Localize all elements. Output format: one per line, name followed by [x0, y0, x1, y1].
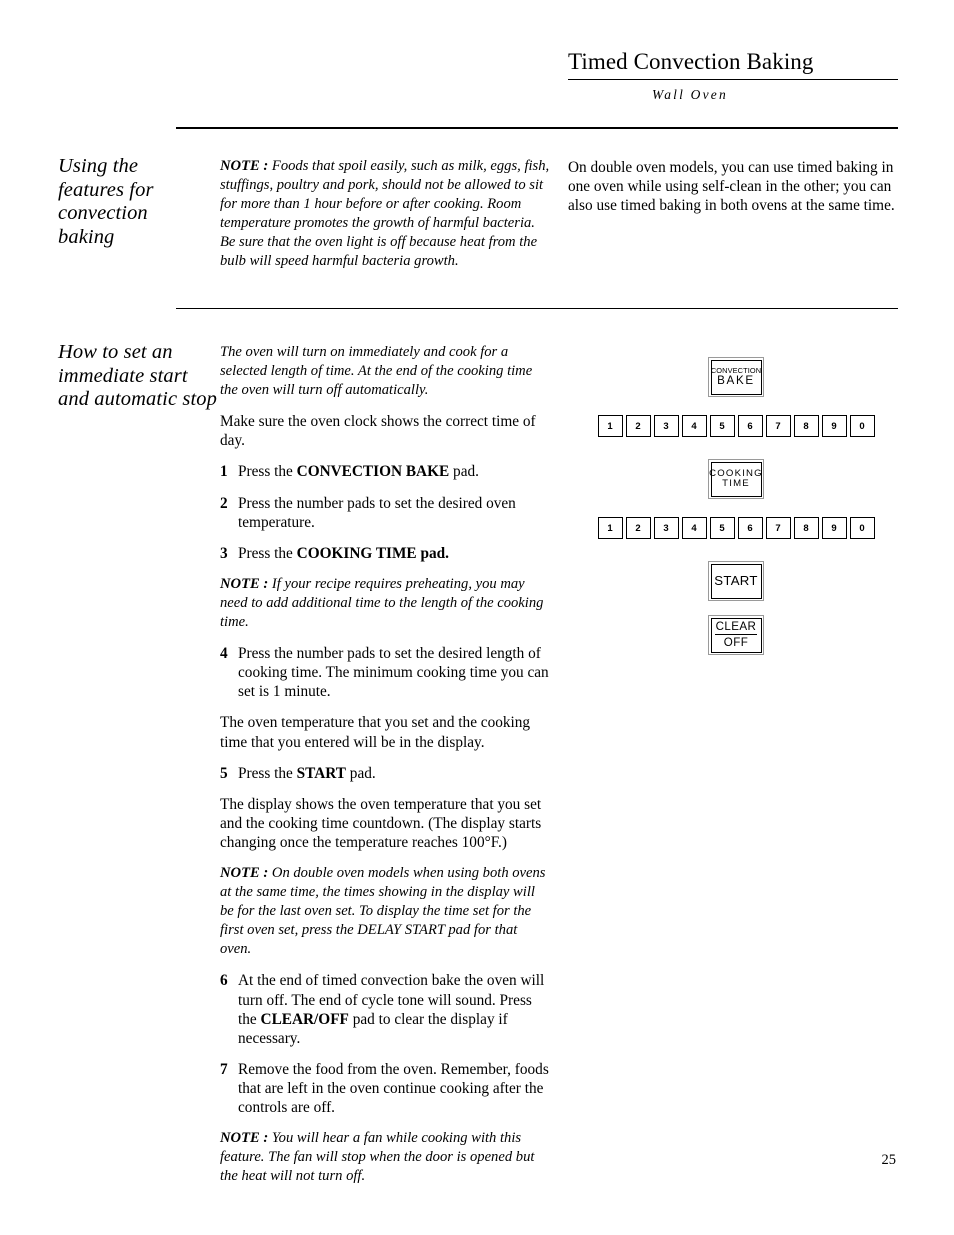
step-number: 4: [220, 645, 228, 663]
step-text-pre: Press the number pads to set the desired…: [238, 494, 516, 531]
step-text: Remove the food from the oven. Remember,…: [238, 1060, 549, 1116]
number-pad-0[interactable]: 0: [849, 517, 875, 539]
note-label: NOTE :: [220, 158, 269, 174]
step-3: 3 Press the COOKING TIME pad.: [220, 544, 552, 563]
step-text-bold: COOKING TIME pad.: [296, 544, 449, 562]
start-label: START: [714, 573, 758, 589]
note-label: NOTE :: [220, 575, 269, 592]
step-text-post: pad.: [449, 463, 479, 481]
note-label: NOTE :: [220, 864, 269, 881]
clear-label: CLEAR: [714, 620, 758, 635]
number-pad-1[interactable]: 1: [597, 415, 623, 437]
using-features-note-column: NOTE : Foods that spoil easily, such as …: [220, 157, 552, 284]
step-number: 3: [220, 544, 228, 562]
clear-off-pad[interactable]: CLEAR OFF: [708, 615, 764, 655]
number-pad-7[interactable]: 7: [765, 415, 791, 437]
step-text-pre: Press the: [238, 764, 297, 782]
note-food-spoilage: NOTE : Foods that spoil easily, such as …: [220, 157, 552, 272]
section-horizontal-rule: [176, 308, 898, 309]
page-header: Timed Convection Baking Wall Oven: [568, 48, 898, 103]
header-divider: [568, 79, 898, 80]
step-7: 7 Remove the food from the oven. Remember…: [220, 1060, 552, 1117]
note-label: NOTE :: [220, 1130, 269, 1147]
step-number: 2: [220, 494, 228, 512]
number-pad-5[interactable]: 5: [709, 517, 735, 539]
convection-bake-pad-row: CONVECTION BAKE: [568, 357, 904, 397]
number-pad-row-cooking-time: 1 2 3 4 5 6 7 8 9 0: [568, 517, 904, 539]
step-number: 1: [220, 463, 228, 481]
step-5: 5 Press the START pad.: [220, 764, 552, 783]
header-subtitle: Wall Oven: [652, 87, 728, 102]
section-heading-using-features: Using the features for convection baking: [58, 155, 154, 248]
step-text-post: pad.: [345, 764, 376, 782]
step-text-pre: Press the: [238, 463, 297, 481]
clock-paragraph: Make sure the oven clock shows the corre…: [220, 413, 536, 450]
number-pad-3[interactable]: 3: [653, 517, 679, 539]
step-6: 6 At the end of timed convection bake the…: [220, 971, 552, 1047]
number-pad-2[interactable]: 2: [625, 517, 651, 539]
display-countdown-paragraph: The display shows the oven temperature t…: [220, 795, 542, 851]
off-label: OFF: [723, 635, 749, 649]
note-body: Foods that spoil easily, such as milk, e…: [220, 158, 550, 270]
number-pad-7[interactable]: 7: [765, 517, 791, 539]
note-body: On double oven models when using both ov…: [220, 864, 546, 958]
number-pad-8[interactable]: 8: [793, 517, 819, 539]
step-2: 2 Press the number pads to set the desire…: [220, 494, 552, 532]
cooking-time-label-line2: TIME: [722, 478, 750, 489]
step-text-bold: START: [296, 764, 346, 782]
convection-bake-pad[interactable]: CONVECTION BAKE: [708, 357, 764, 397]
number-pad-9[interactable]: 9: [821, 517, 847, 539]
number-pad-6[interactable]: 6: [737, 517, 763, 539]
note-body: If your recipe requires preheating, you …: [220, 575, 544, 631]
control-panel-diagram: CONVECTION BAKE 1 2 3 4 5 6 7 8 9 0 COOK…: [568, 343, 904, 655]
step-number: 7: [220, 1060, 228, 1078]
step-4: 4 Press the number pads to set the desire…: [220, 644, 552, 701]
start-pad-row: START: [568, 561, 904, 601]
intro-italic-paragraph: The oven will turn on immediately and co…: [220, 344, 533, 399]
number-pad-1[interactable]: 1: [597, 517, 623, 539]
step-text-bold: CONVECTION BAKE: [296, 463, 450, 481]
page-number: 25: [881, 1152, 897, 1168]
temperature-display-paragraph: The oven temperature that you set and th…: [220, 714, 531, 751]
number-pad-8[interactable]: 8: [793, 415, 819, 437]
step-text-bold: CLEAR/OFF: [260, 1010, 349, 1028]
step-text-pre: Press the: [238, 544, 297, 562]
number-pad-row-temperature: 1 2 3 4 5 6 7 8 9 0: [568, 415, 904, 437]
note-body: You will hear a fan while cooking with t…: [220, 1130, 535, 1185]
number-pad-4[interactable]: 4: [681, 415, 707, 437]
step-text: Press the number pads to set the desired…: [238, 645, 549, 701]
step-1: 1 Press the CONVECTION BAKE pad.: [220, 462, 552, 481]
cooking-time-pad-row: COOKING TIME: [568, 459, 904, 499]
main-horizontal-rule: [176, 127, 898, 129]
page-title: Timed Convection Baking: [568, 49, 814, 74]
double-oven-paragraph: On double oven models, you can use timed…: [568, 159, 895, 215]
step-number: 6: [220, 972, 228, 990]
note-fan: NOTE : You will hear a fan while cooking…: [220, 1129, 552, 1186]
number-pad-2[interactable]: 2: [625, 415, 651, 437]
clear-off-pad-row: CLEAR OFF: [568, 615, 904, 655]
number-pad-0[interactable]: 0: [849, 415, 875, 437]
number-pad-4[interactable]: 4: [681, 517, 707, 539]
note-preheating: NOTE : If your recipe requires preheatin…: [220, 575, 552, 632]
cooking-time-pad[interactable]: COOKING TIME: [708, 459, 764, 499]
immediate-start-steps-column: The oven will turn on immediately and co…: [220, 343, 552, 1198]
step-number: 5: [220, 764, 228, 782]
number-pad-5[interactable]: 5: [709, 415, 735, 437]
note-double-oven: NOTE : On double oven models when using …: [220, 864, 552, 959]
number-pad-9[interactable]: 9: [821, 415, 847, 437]
number-pad-3[interactable]: 3: [653, 415, 679, 437]
section-heading-immediate-start: How to set an immediate start and automa…: [58, 341, 217, 410]
number-pad-6[interactable]: 6: [737, 415, 763, 437]
convection-bake-label-line2: BAKE: [717, 373, 755, 387]
using-features-right-column: On double oven models, you can use timed…: [568, 158, 904, 227]
start-pad[interactable]: START: [708, 561, 764, 601]
